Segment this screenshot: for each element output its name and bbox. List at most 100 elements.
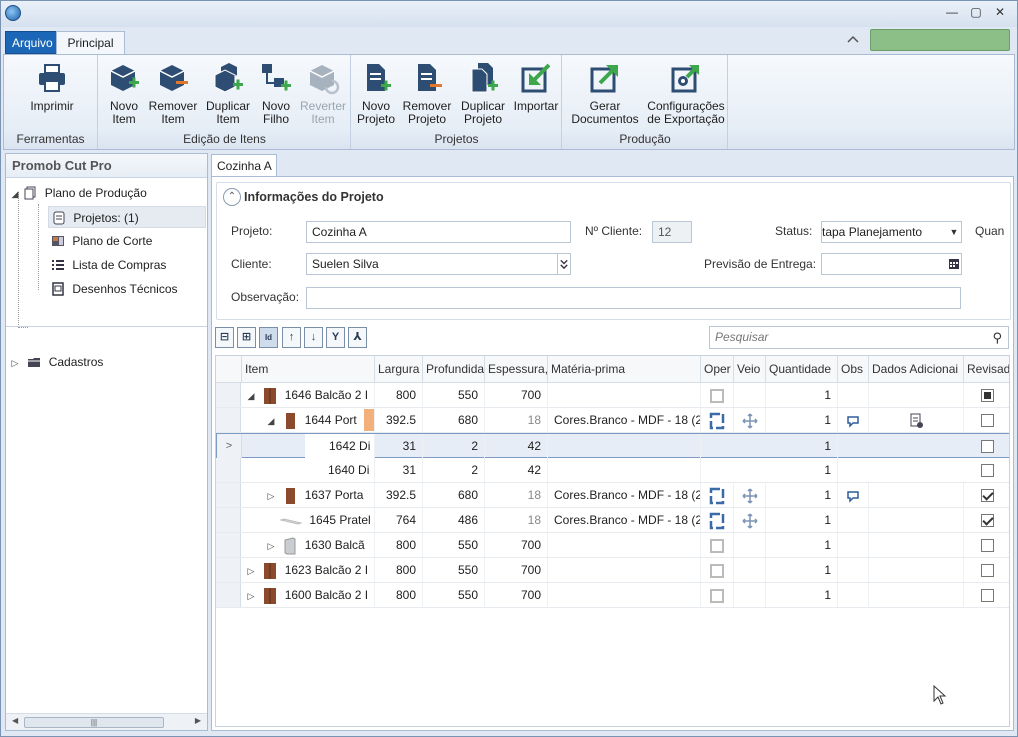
col-profundidade[interactable]: Profundida — [423, 356, 485, 382]
table-row[interactable]: ◢ 1646 Balcão 2 I 800 550 700 1 — [216, 383, 1009, 408]
row-header[interactable] — [216, 558, 241, 582]
cliente-field[interactable]: Suelen Silva — [306, 253, 571, 275]
revisado-checkbox[interactable] — [980, 440, 994, 454]
col-obs[interactable]: Obs — [838, 356, 869, 382]
table-row[interactable]: ▷ 1623 Balcão 2 I 800 550 700 1 — [216, 558, 1009, 583]
table-row[interactable]: 1640 Di 31 2 42 1 — [216, 458, 1009, 483]
row-header[interactable] — [216, 583, 241, 607]
observacao-label: Observação: — [231, 290, 300, 304]
remover-item-button[interactable]: Remover Item — [148, 61, 198, 126]
collapse-section-icon[interactable]: ⌃ — [223, 188, 241, 206]
additional-data-icon[interactable] — [907, 412, 925, 430]
revisado-checkbox[interactable] — [980, 414, 994, 428]
dropdown-arrow-icon[interactable]: ▼ — [947, 222, 961, 242]
novo-projeto-button[interactable]: Novo Projeto — [354, 61, 398, 126]
tree-item-desenhos[interactable]: Desenhos Técnicos — [51, 278, 178, 300]
col-dados-adicionais[interactable]: Dados Adicionai — [869, 356, 964, 382]
merge-button[interactable]: Y — [326, 327, 345, 348]
row-header[interactable] — [216, 508, 241, 532]
search-input[interactable]: Pesquisar ⚲ — [709, 326, 1009, 349]
tab-principal[interactable]: Principal — [56, 31, 125, 54]
col-largura[interactable]: Largura — [375, 356, 423, 382]
row-header[interactable]: > — [217, 434, 242, 458]
novo-item-button[interactable]: Novo Item — [104, 61, 144, 126]
table-row[interactable]: ▷ 1600 Balcão 2 I 800 550 700 1 — [216, 583, 1009, 608]
imprimir-button[interactable]: Imprimir — [24, 61, 80, 113]
horizontal-scrollbar[interactable]: ◀ ||| ▶ — [6, 713, 207, 730]
split-button[interactable]: ⅄ — [348, 327, 367, 348]
row-header[interactable] — [216, 483, 241, 507]
row-header[interactable] — [216, 458, 241, 482]
observacao-field[interactable] — [306, 287, 961, 309]
scroll-left-icon[interactable]: ◀ — [12, 716, 18, 725]
table-row[interactable]: 1645 Pratel 764 486 18 Cores.Branco - MD… — [216, 508, 1009, 533]
collapse-row-icon[interactable]: ◢ — [266, 409, 276, 432]
importar-button[interactable]: Importar — [512, 61, 560, 113]
expand-row-icon[interactable]: ▷ — [266, 534, 276, 557]
maximize-button[interactable]: ▢ — [969, 5, 983, 19]
scroll-thumb[interactable]: ||| — [24, 717, 164, 728]
table-row[interactable]: ▷ 1630 Balcã 800 550 700 1 — [216, 533, 1009, 558]
collapse-ribbon-icon[interactable] — [846, 33, 860, 47]
row-header[interactable] — [216, 408, 241, 432]
quantidade-cell: 1 — [766, 558, 838, 582]
scroll-right-icon[interactable]: ▶ — [195, 716, 201, 725]
col-espessura[interactable]: Espessura, — [485, 356, 548, 382]
move-down-button[interactable]: ↓ — [304, 327, 323, 348]
calendar-icon[interactable] — [949, 259, 959, 269]
tree-item-cadastros[interactable]: ▷ Cadastros — [10, 351, 104, 374]
row-header[interactable] — [216, 383, 241, 407]
tree-item-lista-compras[interactable]: Lista de Compras — [51, 254, 166, 276]
revisado-checkbox[interactable] — [980, 514, 994, 528]
gerar-documentos-button[interactable]: Gerar Documentos — [569, 61, 641, 126]
novo-filho-button[interactable]: Novo Filho — [257, 61, 295, 126]
show-id-button[interactable]: Id — [259, 327, 278, 348]
collapse-all-button[interactable]: ⊟ — [215, 327, 234, 348]
tab-cozinha-a[interactable]: Cozinha A — [211, 154, 277, 177]
duplicar-projeto-button[interactable]: Duplicar Projeto — [458, 61, 508, 126]
col-operacao[interactable]: Oper — [701, 356, 734, 382]
tree-item-plano-corte[interactable]: Plano de Corte — [51, 230, 152, 252]
expand-arrow-icon[interactable]: ▷ — [10, 352, 20, 374]
col-item[interactable]: Item — [242, 356, 375, 382]
technical-drawing-icon — [52, 282, 64, 296]
duplicar-item-button[interactable]: Duplicar Item — [203, 61, 253, 126]
revisado-checkbox[interactable] — [980, 564, 994, 578]
col-quantidade[interactable]: Quantidade — [766, 356, 838, 382]
revisado-checkbox[interactable] — [980, 489, 994, 503]
col-veio[interactable]: Veio — [734, 356, 766, 382]
collapse-row-icon[interactable]: ◢ — [246, 384, 256, 407]
row-header[interactable] — [216, 533, 241, 557]
col-revisado[interactable]: Revisad — [964, 356, 1009, 382]
close-button[interactable]: ✕ — [993, 5, 1007, 19]
status-dropdown[interactable]: tapa Planejamento ▼ — [821, 221, 962, 243]
move-up-button[interactable]: ↑ — [282, 327, 301, 348]
table-row[interactable]: ◢ 1644 Port 392.5 680 18 Cores.Branco - … — [216, 408, 1009, 433]
profundidade-cell: 550 — [423, 533, 485, 557]
expand-row-icon[interactable]: ▷ — [246, 559, 256, 582]
comment-icon[interactable] — [844, 487, 862, 505]
tab-arquivo[interactable]: Arquivo — [5, 31, 60, 54]
projeto-field[interactable]: Cozinha A — [306, 221, 571, 243]
configuracoes-exportacao-button[interactable]: Configurações de Exportação — [647, 61, 725, 126]
comment-icon[interactable] — [844, 412, 862, 430]
col-materia-prima[interactable]: Matéria-prima — [548, 356, 701, 382]
tree-item-projetos[interactable]: Projetos: (1) — [48, 206, 206, 228]
expand-row-icon[interactable]: ▷ — [266, 484, 276, 507]
table-row-selected[interactable]: > 1642 Di 31 2 42 1 — [216, 433, 1009, 458]
revisado-checkbox[interactable] — [980, 464, 994, 478]
search-icon[interactable]: ⚲ — [992, 327, 1002, 348]
collapse-arrow-icon[interactable]: ◢ — [10, 183, 20, 205]
revisado-checkbox[interactable] — [980, 589, 994, 603]
table-row[interactable]: ▷ 1637 Porta 392.5 680 18 Cores.Branco -… — [216, 483, 1009, 508]
expand-all-button[interactable]: ⊞ — [237, 327, 256, 348]
expand-row-icon[interactable]: ▷ — [246, 584, 256, 607]
minimize-button[interactable]: — — [945, 5, 959, 19]
tree-item-plano-producao[interactable]: ◢ Plano de Produção — [10, 182, 147, 204]
previsao-date-field[interactable] — [821, 253, 962, 275]
reverter-item-button[interactable]: Reverter Item — [299, 61, 347, 126]
revisado-checkbox[interactable] — [980, 389, 994, 403]
double-chevron-down-icon[interactable] — [557, 254, 570, 274]
remover-projeto-button[interactable]: Remover Projeto — [402, 61, 452, 126]
revisado-checkbox[interactable] — [980, 539, 994, 553]
